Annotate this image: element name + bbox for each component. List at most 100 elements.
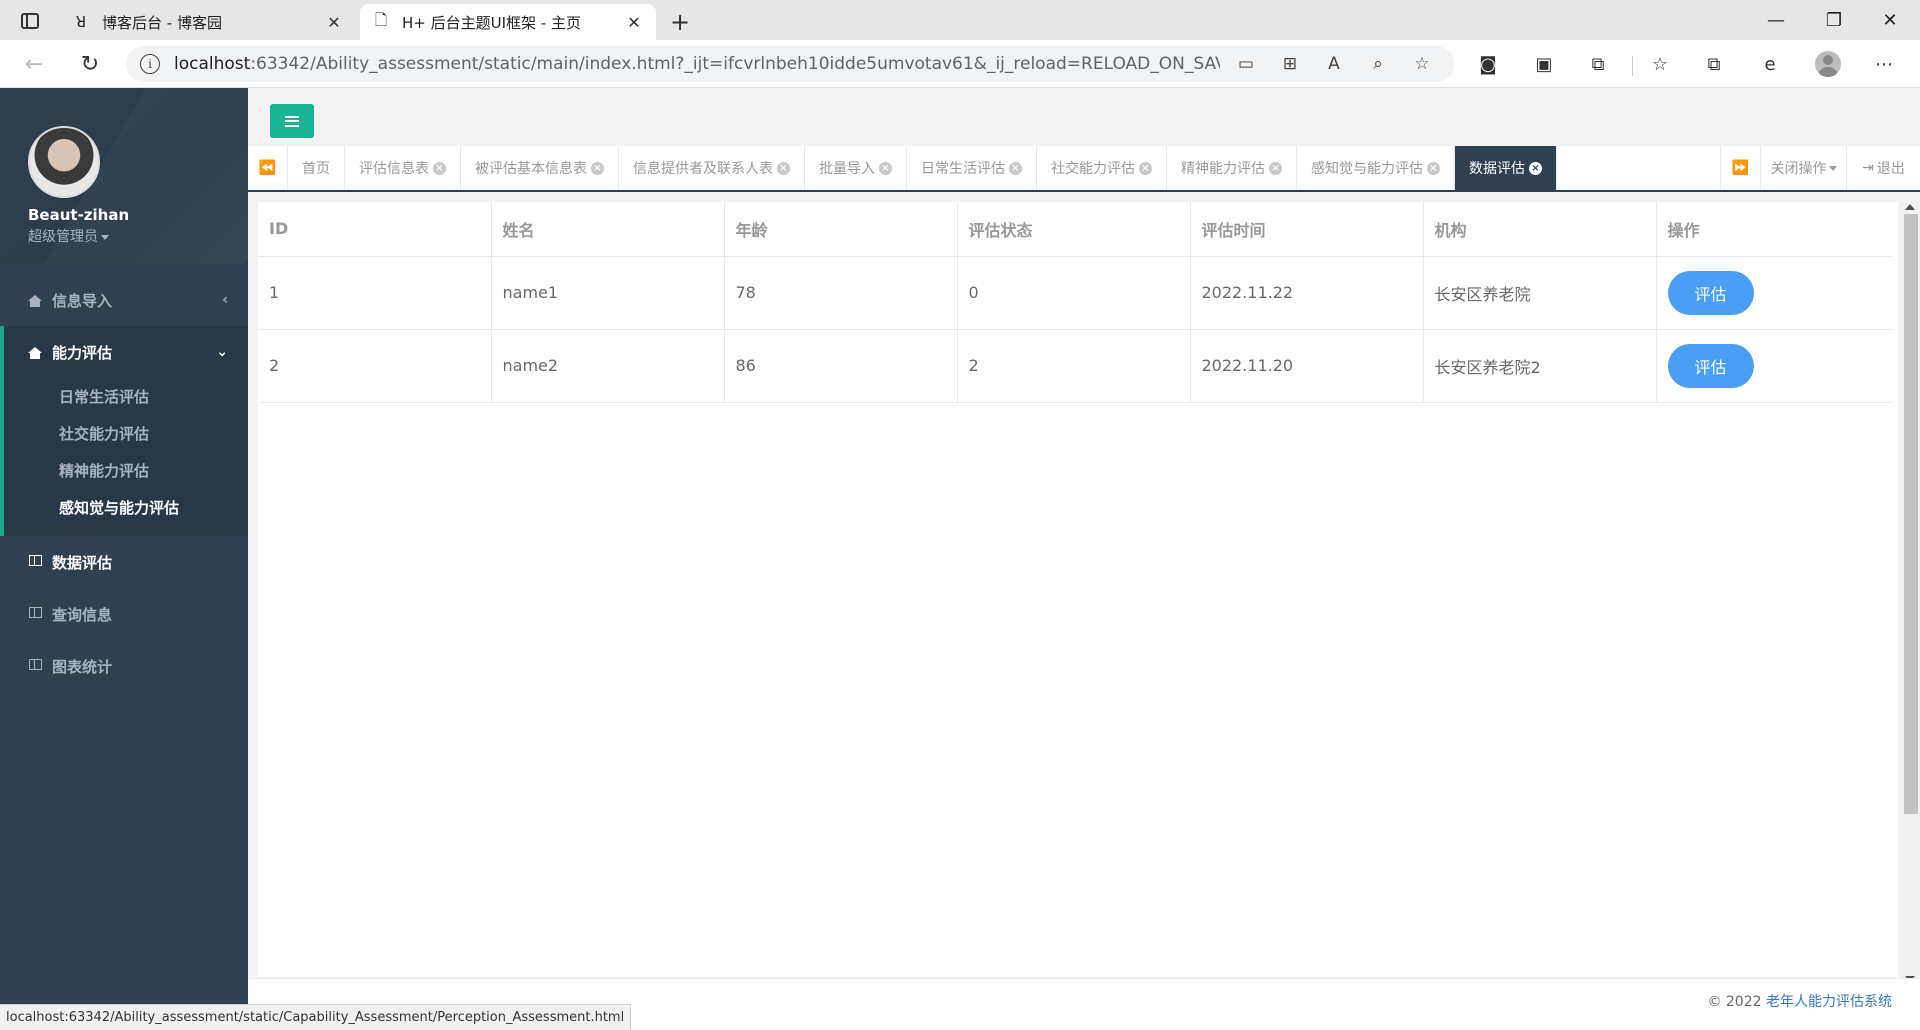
sidebar-item-info-import[interactable]: 信息导入 ‹	[0, 274, 248, 326]
tabs-scroll-right-button[interactable]: ⏩	[1720, 146, 1760, 190]
footer-system-link[interactable]: 老年人能力评估系统	[1766, 994, 1892, 1010]
apps-icon[interactable]: ⊞	[1272, 48, 1308, 80]
sidebar-subitem-mental[interactable]: 精神能力评估	[4, 452, 248, 489]
collections-icon[interactable]: ⧉	[1696, 48, 1732, 80]
evaluate-button[interactable]: 评估	[1667, 343, 1754, 388]
close-icon[interactable]: ✕	[324, 13, 344, 32]
sidebar-item-query-info[interactable]: 查询信息	[0, 588, 248, 640]
sidebar-subitem-label: 日常生活评估	[59, 388, 150, 406]
sidebar-item-ability-eval[interactable]: 能力评估 ⌄	[4, 326, 248, 378]
tab-close-icon[interactable]: ×	[777, 161, 790, 175]
logout-button[interactable]: ⇥ 退出	[1846, 146, 1920, 190]
sidebar-subitem-label: 社交能力评估	[59, 425, 150, 443]
close-icon[interactable]: ✕	[624, 13, 644, 32]
double-right-icon: ⏩	[1731, 160, 1750, 176]
cell-name: name2	[491, 329, 725, 403]
restore-button[interactable]: ❐	[1810, 0, 1858, 40]
cell-org: 长安区养老院2	[1423, 329, 1657, 403]
sidebar-item-chart-stats[interactable]: 图表统计	[0, 640, 248, 692]
url-text[interactable]: localhost:63342/Ability_assessment/stati…	[174, 54, 1220, 74]
extension-copy-icon[interactable]: ⧉	[1580, 48, 1616, 80]
role-dropdown[interactable]: 超级管理员	[28, 226, 248, 246]
app-available-icon[interactable]: ▭	[1228, 48, 1264, 80]
column-header[interactable]: 姓名	[491, 202, 725, 257]
logout-icon: ⇥	[1862, 160, 1874, 176]
top-bar	[248, 88, 1920, 146]
close-window-button[interactable]: ✕	[1866, 0, 1914, 40]
browser-tab-blog[interactable]: ꓤ 博客后台 - 博客园 ✕	[60, 4, 356, 40]
sidebar-subitem-label: 精神能力评估	[59, 462, 150, 480]
page-tab[interactable]: 被评估基本信息表 ×	[461, 146, 619, 190]
extension-l-icon[interactable]: ▣	[1526, 48, 1562, 80]
tab-close-icon[interactable]: ×	[591, 161, 604, 175]
sidebar-subitem-daily-life[interactable]: 日常生活评估	[4, 378, 248, 415]
cnblogs-icon: ꓤ	[75, 13, 87, 31]
close-operations-dropdown[interactable]: 关闭操作	[1760, 146, 1846, 190]
content-panel: ID 姓名 年龄 评估状态 评估时间 机构 操作 1 name1 78 0 20…	[258, 202, 1898, 977]
page-tab[interactable]: 批量导入 ×	[805, 146, 907, 190]
role-label: 超级管理员	[28, 229, 98, 245]
page-tab[interactable]: 日常生活评估 ×	[907, 146, 1037, 190]
page-tab-label: 日常生活评估	[921, 161, 1005, 177]
refresh-button[interactable]: ↻	[74, 48, 106, 80]
tab-close-icon[interactable]: ×	[879, 161, 892, 175]
edge-icon[interactable]: e	[1752, 48, 1788, 80]
page-tab[interactable]: 感知觉与能力评估 ×	[1297, 146, 1455, 190]
address-bar[interactable]: i localhost:63342/Ability_assessment/sta…	[126, 46, 1454, 82]
tab-actions-icon	[21, 13, 39, 29]
page-tab[interactable]: 信息提供者及联系人表 ×	[619, 146, 805, 190]
page-tab-label: 评估信息表	[359, 161, 429, 177]
back-button[interactable]: ←	[18, 48, 50, 80]
profile-panel: Beaut-zihan 超级管理员	[0, 88, 248, 264]
sidebar-subitem-perception[interactable]: 感知觉与能力评估	[4, 489, 248, 526]
page-tabs-list: 首页 评估信息表 × 被评估基本信息表 × 信息提供者及联系人表 × 批量导入 × 日常…	[288, 146, 1557, 190]
column-header[interactable]: 机构	[1423, 202, 1657, 257]
more-menu-icon[interactable]: ⋯	[1866, 48, 1902, 80]
page-tab-home[interactable]: 首页	[288, 146, 345, 190]
read-aloud-icon[interactable]: A	[1316, 48, 1352, 80]
sidebar-subitem-social[interactable]: 社交能力评估	[4, 415, 248, 452]
page-tab[interactable]: 评估信息表 ×	[345, 146, 461, 190]
tab-actions-button[interactable]	[10, 6, 50, 36]
page-tab-label: 数据评估	[1469, 161, 1525, 177]
sidebar-item-data-eval[interactable]: 数据评估	[0, 536, 248, 588]
tab-close-icon[interactable]: ×	[1009, 161, 1022, 175]
sidebar-item-label: 能力评估	[52, 343, 113, 362]
column-header[interactable]: ID	[258, 202, 492, 257]
profile-button[interactable]	[1810, 48, 1846, 80]
scrollbar-thumb[interactable]	[1904, 214, 1918, 814]
evaluate-button[interactable]: 评估	[1667, 270, 1754, 315]
tab-close-icon[interactable]: ×	[433, 161, 446, 175]
column-header[interactable]: 评估状态	[957, 202, 1191, 257]
content-scrollbar[interactable]	[1900, 202, 1920, 986]
url-path: :63342/Ability_assessment/static/main/in…	[250, 54, 1220, 74]
cell-age: 86	[724, 329, 958, 403]
page-tab-active[interactable]: 数据评估 ×	[1455, 146, 1557, 190]
add-favorite-icon[interactable]: ☆	[1404, 48, 1440, 80]
caret-down-icon	[101, 234, 109, 240]
menu-toggle-button[interactable]	[270, 104, 314, 138]
new-tab-button[interactable]: +	[664, 6, 696, 38]
minimize-button[interactable]: —	[1752, 0, 1800, 40]
tab-close-icon[interactable]: ×	[1427, 161, 1440, 175]
info-icon[interactable]: i	[140, 54, 160, 74]
browser-tab-hplus[interactable]: 🗋 H+ 后台主题UI框架 - 主页 ✕	[360, 4, 656, 40]
tab-close-icon[interactable]: ×	[1529, 161, 1542, 175]
favorites-icon[interactable]: ☆	[1642, 48, 1678, 80]
tabs-scroll-left-button[interactable]: ⏪	[248, 146, 288, 190]
column-header[interactable]: 操作	[1656, 202, 1892, 257]
column-header[interactable]: 年龄	[724, 202, 958, 257]
page-tab[interactable]: 精神能力评估 ×	[1167, 146, 1297, 190]
status-bar-url: localhost:63342/Ability_assessment/stati…	[0, 1004, 632, 1030]
columns-icon	[28, 606, 42, 622]
page-tab[interactable]: 社交能力评估 ×	[1037, 146, 1167, 190]
tab-close-icon[interactable]: ×	[1269, 161, 1282, 175]
scroll-up-icon[interactable]	[1905, 204, 1915, 210]
zoom-icon[interactable]: ⌕	[1360, 48, 1396, 80]
avatar[interactable]	[28, 126, 100, 198]
sidebar-item-label: 图表统计	[52, 657, 113, 676]
extension-icon[interactable]: ◙	[1470, 48, 1506, 80]
page-icon: 🗋	[374, 10, 388, 29]
column-header[interactable]: 评估时间	[1190, 202, 1424, 257]
tab-close-icon[interactable]: ×	[1139, 161, 1152, 175]
